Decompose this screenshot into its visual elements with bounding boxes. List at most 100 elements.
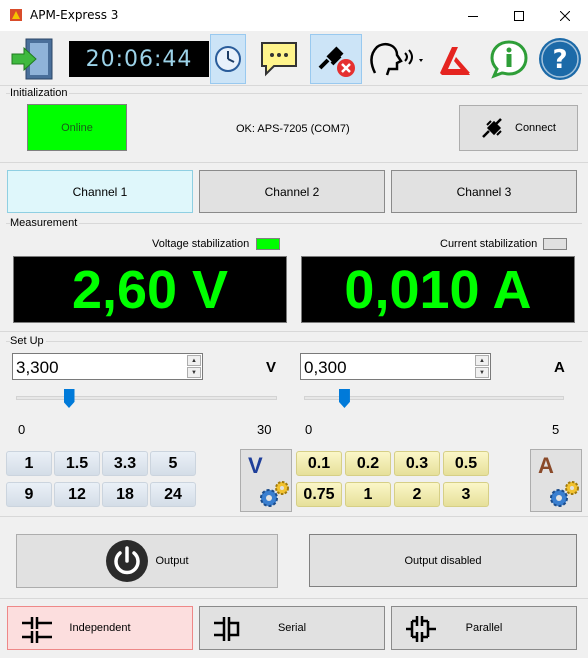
group-divider bbox=[6, 223, 582, 224]
mode-label: Parallel bbox=[465, 622, 503, 634]
arrow-down-icon: ▼ bbox=[479, 369, 485, 376]
tab-channel-1[interactable]: Channel 1 bbox=[7, 170, 193, 213]
current-slider-thumb[interactable] bbox=[338, 389, 350, 408]
messages-button[interactable] bbox=[256, 34, 302, 84]
output-button[interactable]: Output bbox=[16, 534, 278, 588]
current-increment-button[interactable]: ▲ bbox=[475, 355, 489, 366]
window-title: APM-Express 3 bbox=[30, 8, 119, 22]
preset-voltage-button[interactable]: 1.5 bbox=[54, 451, 100, 476]
voltage-slider-thumb[interactable] bbox=[63, 389, 75, 408]
current-stabilization-label: Current stabilization bbox=[440, 238, 538, 250]
info-button[interactable] bbox=[485, 34, 533, 84]
timer-button[interactable] bbox=[210, 34, 246, 84]
output-label: Output bbox=[155, 555, 189, 567]
speech-bubble-icon bbox=[261, 42, 297, 77]
arrow-up-icon: ▲ bbox=[479, 357, 485, 364]
online-indicator: Online bbox=[27, 104, 127, 151]
measurement-label: Measurement bbox=[10, 217, 80, 229]
section-divider bbox=[0, 162, 588, 163]
voltage-presets-config-button[interactable]: V bbox=[240, 449, 292, 512]
voltage-display: 2,60 V bbox=[13, 256, 287, 323]
close-icon bbox=[560, 10, 570, 21]
current-decrement-button[interactable]: ▼ bbox=[475, 367, 489, 378]
connect-button[interactable]: Connect bbox=[459, 105, 578, 151]
minimize-button[interactable] bbox=[450, 0, 496, 31]
maximize-icon bbox=[514, 10, 524, 21]
brand-button[interactable] bbox=[430, 34, 482, 84]
title-bar: APM-Express 3 bbox=[0, 0, 588, 31]
voltage-unit: V bbox=[266, 359, 277, 376]
setup-label: Set Up bbox=[10, 335, 46, 347]
voltage-max-label: 30 bbox=[257, 422, 272, 437]
tab-channel-3[interactable]: Channel 3 bbox=[391, 170, 577, 213]
voltage-stabilization-label: Voltage stabilization bbox=[152, 238, 250, 250]
section-divider bbox=[0, 598, 588, 599]
preset-current-button[interactable]: 0.1 bbox=[296, 451, 342, 476]
preset-voltage-button[interactable]: 3.3 bbox=[102, 451, 148, 476]
preset-voltage-button[interactable]: 12 bbox=[54, 482, 100, 507]
voltage-slider-track[interactable] bbox=[16, 396, 277, 400]
initialization-label: Initialization bbox=[10, 87, 70, 99]
group-divider bbox=[6, 93, 582, 94]
tab-channel-2[interactable]: Channel 2 bbox=[199, 170, 385, 213]
current-min-label: 0 bbox=[305, 422, 313, 437]
power-icon bbox=[106, 540, 149, 582]
mode-serial-button[interactable]: Serial bbox=[199, 606, 385, 650]
maximize-button[interactable] bbox=[496, 0, 542, 31]
app-icon bbox=[10, 9, 22, 21]
preset-current-button[interactable]: 2 bbox=[394, 482, 440, 507]
arrow-up-icon: ▲ bbox=[191, 357, 197, 364]
gears-icon bbox=[550, 481, 579, 507]
preset-voltage-button[interactable]: 1 bbox=[6, 451, 52, 476]
preset-voltage-button[interactable]: 5 bbox=[150, 451, 196, 476]
info-icon bbox=[490, 40, 528, 79]
current-unit: A bbox=[554, 359, 565, 376]
exit-button[interactable] bbox=[4, 34, 62, 84]
current-spinbox[interactable]: 0,300 ▲ ▼ bbox=[300, 353, 491, 380]
group-divider bbox=[6, 341, 582, 342]
section-divider bbox=[0, 516, 588, 517]
connect-label: Connect bbox=[515, 122, 556, 134]
voltage-increment-button[interactable]: ▲ bbox=[187, 355, 201, 366]
arrow-down-icon: ▼ bbox=[191, 369, 197, 376]
plug-disconnect-icon bbox=[318, 46, 355, 77]
minimize-icon bbox=[468, 15, 478, 17]
current-spin-arrows: ▲ ▼ bbox=[475, 355, 489, 378]
speaking-head-icon bbox=[370, 43, 423, 76]
connection-status: OK: APS-7205 (COM7) bbox=[236, 123, 350, 135]
voltage-decrement-button[interactable]: ▼ bbox=[187, 367, 201, 378]
current-config-letter: A bbox=[538, 453, 554, 478]
preset-current-button[interactable]: 3 bbox=[443, 482, 489, 507]
preset-current-button[interactable]: 0.2 bbox=[345, 451, 391, 476]
clock-display: 20:06:44 bbox=[69, 41, 209, 77]
preset-current-button[interactable]: 0.3 bbox=[394, 451, 440, 476]
current-max-label: 5 bbox=[552, 422, 560, 437]
brand-logo-icon bbox=[440, 47, 470, 75]
voice-button[interactable] bbox=[364, 34, 426, 84]
voltage-input[interactable]: 3,300 bbox=[16, 358, 59, 378]
preset-voltage-button[interactable]: 18 bbox=[102, 482, 148, 507]
section-divider bbox=[0, 331, 588, 332]
current-stabilization-indicator bbox=[543, 238, 567, 250]
preset-current-button[interactable]: 0.75 bbox=[296, 482, 342, 507]
voltage-config-letter: V bbox=[248, 453, 263, 478]
current-presets-config-button[interactable]: A bbox=[530, 449, 582, 512]
current-display: 0,010 A bbox=[301, 256, 575, 323]
current-input[interactable]: 0,300 bbox=[304, 358, 347, 378]
toolbar: 20:06:44 ? bbox=[0, 31, 588, 86]
close-button[interactable] bbox=[542, 0, 588, 31]
mode-independent-button[interactable]: Independent bbox=[7, 606, 193, 650]
preset-voltage-button[interactable]: 9 bbox=[6, 482, 52, 507]
mode-parallel-button[interactable]: Parallel bbox=[391, 606, 577, 650]
voltage-stabilization-indicator bbox=[256, 238, 280, 250]
help-button[interactable]: ? bbox=[535, 34, 585, 84]
disconnect-button[interactable] bbox=[310, 34, 362, 84]
voltage-spin-arrows: ▲ ▼ bbox=[187, 355, 201, 378]
preset-current-button[interactable]: 0.5 bbox=[443, 451, 489, 476]
svg-text:?: ? bbox=[552, 45, 567, 75]
preset-voltage-button[interactable]: 24 bbox=[150, 482, 196, 507]
preset-current-button[interactable]: 1 bbox=[345, 482, 391, 507]
mode-label: Serial bbox=[277, 622, 307, 634]
voltage-spinbox[interactable]: 3,300 ▲ ▼ bbox=[12, 353, 203, 380]
mode-label: Independent bbox=[69, 622, 131, 634]
